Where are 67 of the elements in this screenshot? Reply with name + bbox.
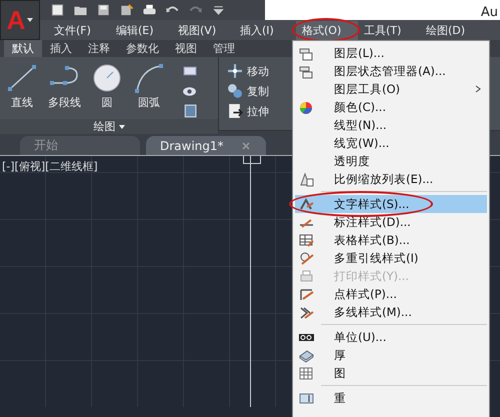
- viewport-label[interactable]: [-][俯视][二维线框]: [0, 156, 100, 177]
- circle-icon: [91, 63, 123, 93]
- menu-bar-item[interactable]: 插入(I): [234, 20, 296, 40]
- move-icon: [227, 63, 243, 79]
- thickness-icon: [299, 348, 314, 362]
- menu-item[interactable]: 线宽(W)...: [295, 134, 487, 152]
- table-style-icon: [299, 232, 314, 248]
- menu-item[interactable]: 图层(L)...: [295, 44, 487, 62]
- document-tab[interactable]: Drawing1*: [146, 136, 266, 155]
- arc-icon: [133, 63, 165, 93]
- color-wheel-icon: [299, 100, 314, 114]
- ribbon-tool-button[interactable]: 圆: [89, 63, 125, 110]
- ribbon-tool-button[interactable]: 圆弧: [131, 63, 167, 110]
- menu-item[interactable]: 图层工具(O): [295, 80, 487, 98]
- menu-item[interactable]: 图层状态管理器(A)...: [295, 62, 487, 80]
- ribbon-tool-button[interactable]: 复制: [227, 83, 269, 99]
- menu-item[interactable]: 厚: [295, 346, 487, 364]
- pickbox: [243, 156, 261, 164]
- ribbon-tab[interactable]: 注释: [80, 40, 118, 57]
- menu-item[interactable]: 图: [295, 364, 487, 382]
- menu-item[interactable]: 点样式(P)...: [295, 285, 487, 303]
- menu-bar-item[interactable]: 文件(F): [48, 20, 110, 40]
- ribbon-tab[interactable]: 管理: [205, 40, 243, 57]
- save-as-icon: [119, 3, 134, 17]
- line-icon: [6, 63, 38, 93]
- ribbon-tab[interactable]: 默认: [4, 40, 42, 57]
- multiline-style-icon: [299, 304, 314, 320]
- menu-bar-item[interactable]: 视图(V): [172, 20, 234, 40]
- printer-icon: [299, 268, 314, 284]
- menu-item[interactable]: 表格样式(B)...: [295, 231, 487, 249]
- copy-icon: [227, 83, 243, 99]
- ribbon-tool-button[interactable]: 直线: [4, 63, 40, 110]
- menu-bar-item[interactable]: 工具(T): [358, 20, 420, 40]
- ribbon-tab[interactable]: 插入: [42, 40, 80, 57]
- menu-item[interactable]: 比例缩放列表(E)...: [295, 170, 487, 188]
- point-style-icon: [299, 286, 314, 302]
- menu-item[interactable]: 颜色(C)...: [295, 98, 487, 116]
- menu-item[interactable]: 重: [295, 389, 487, 407]
- ribbon-tab[interactable]: 视图: [167, 40, 205, 57]
- panel-title[interactable]: 绘图: [0, 119, 218, 134]
- rename-icon: [299, 390, 314, 406]
- scale-list-icon: [299, 172, 314, 186]
- new-file-icon: [50, 3, 65, 17]
- menu-item[interactable]: 单位(U)...: [295, 328, 487, 346]
- menu-bar-item[interactable]: 编辑(E): [110, 20, 172, 40]
- menu-item[interactable]: 多重引线样式(I): [295, 249, 487, 267]
- text-style-icon: [299, 196, 314, 212]
- close-icon[interactable]: [242, 142, 250, 150]
- window-title: Au: [480, 5, 499, 20]
- printer-icon: [142, 3, 157, 17]
- stretch-icon: [227, 103, 243, 119]
- ribbon-tab[interactable]: 参数化: [118, 40, 167, 57]
- caret-icon: [118, 124, 124, 128]
- menu-item[interactable]: 线型(N)...: [295, 116, 487, 134]
- ribbon-tool-button[interactable]: 移动: [227, 63, 269, 79]
- ribbon-tool-button[interactable]: 拉伸: [227, 103, 269, 119]
- menu-item[interactable]: 透明度: [295, 152, 487, 170]
- layers-icon: [299, 46, 314, 60]
- leader-style-icon: [299, 250, 314, 266]
- menu-item[interactable]: 多线样式(M)...: [295, 303, 487, 321]
- menu-item[interactable]: 标注样式(D)...: [295, 213, 487, 231]
- grid-icon: [299, 366, 314, 380]
- save-icon: [96, 3, 111, 17]
- ribbon-tool-button[interactable]: 多段线: [46, 63, 83, 110]
- caret-icon: [27, 18, 34, 22]
- layers-icon: [299, 64, 314, 78]
- menu-bar-item[interactable]: 绘图(D): [420, 20, 482, 40]
